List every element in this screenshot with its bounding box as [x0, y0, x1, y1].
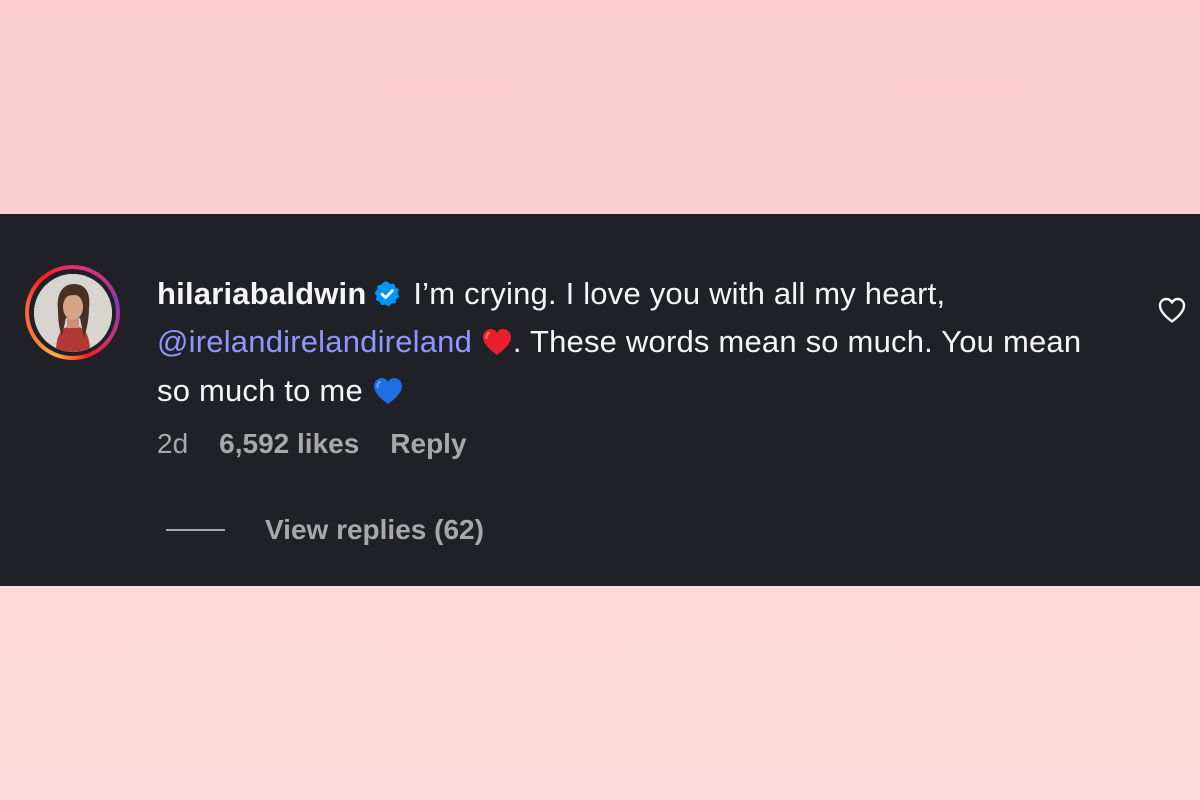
blue-heart-icon — [372, 374, 404, 418]
likes-count[interactable]: 6,592 likes — [219, 426, 359, 462]
avatar[interactable] — [33, 273, 112, 352]
comment-text: hilariabaldwin I’m crying. I love you wi… — [157, 272, 1117, 418]
comment-timestamp[interactable]: 2d — [157, 426, 188, 462]
mention-link[interactable]: @irelandirelandireland — [157, 324, 472, 359]
red-heart-icon — [481, 325, 513, 369]
username-link[interactable]: hilariabaldwin — [157, 276, 367, 311]
view-replies-label: View replies (62) — [265, 514, 484, 545]
comment-panel: hilariabaldwin I’m crying. I love you wi… — [0, 214, 1200, 586]
comment-meta: 2d 6,592 likes Reply — [157, 426, 467, 462]
avatar-gap — [29, 269, 116, 356]
view-replies-button[interactable]: View replies (62) — [166, 512, 484, 548]
reply-button[interactable]: Reply — [390, 426, 466, 462]
like-heart-icon[interactable] — [1157, 296, 1187, 324]
avatar-photo-icon — [33, 273, 112, 352]
replies-divider-line — [166, 529, 225, 531]
comment-text-part1: I’m crying. I love you with all my heart… — [413, 276, 946, 311]
avatar-story-ring[interactable] — [25, 265, 120, 360]
verified-badge-icon — [373, 276, 401, 320]
